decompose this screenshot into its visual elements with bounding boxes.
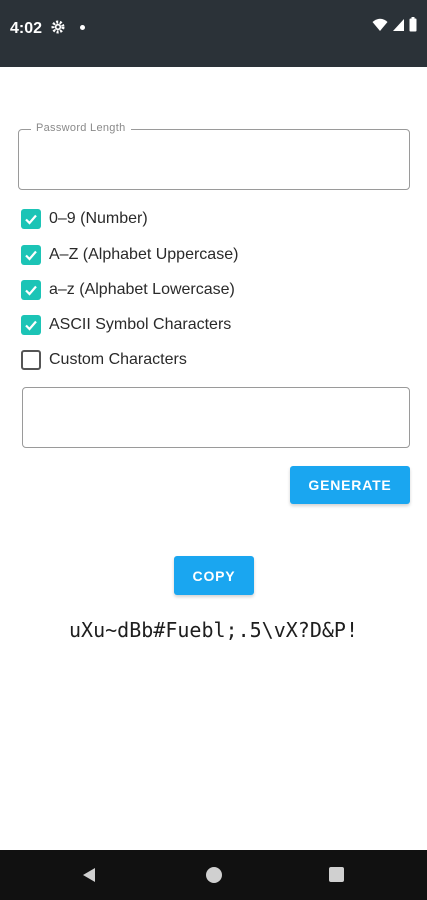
signal-icon [392, 18, 405, 37]
password-length-field[interactable]: Password Length [18, 122, 410, 190]
checkbox-label: ASCII Symbol Characters [49, 316, 232, 333]
checkbox-uppercase[interactable]: A–Z (Alphabet Uppercase) [21, 244, 238, 266]
checkbox-label: Custom Characters [49, 351, 187, 368]
checkbox-label: a–z (Alphabet Lowercase) [49, 281, 235, 298]
checkbox-custom[interactable]: Custom Characters [21, 349, 187, 371]
checkbox-checked-icon[interactable] [21, 315, 41, 335]
home-icon[interactable] [206, 867, 222, 883]
checkbox-checked-icon[interactable] [21, 209, 41, 229]
copy-button[interactable]: COPY [174, 556, 254, 595]
checkbox-numbers[interactable]: 0–9 (Number) [21, 208, 148, 230]
generated-password: uXu~dBb#Fuebl;.5\vX?D&P! [69, 618, 358, 642]
status-icons [372, 17, 417, 37]
wifi-icon [372, 18, 388, 37]
generate-button[interactable]: GENERATE [290, 466, 410, 504]
password-length-label: Password Length [31, 122, 131, 134]
custom-characters-input[interactable] [22, 387, 410, 448]
notification-dot-icon [80, 25, 85, 30]
checkbox-symbols[interactable]: ASCII Symbol Characters [21, 314, 231, 336]
back-icon[interactable] [80, 866, 98, 884]
status-bar: 4:02 [0, 0, 427, 67]
checkbox-label: A–Z (Alphabet Uppercase) [49, 246, 239, 263]
battery-icon [409, 17, 417, 37]
navigation-bar [0, 850, 427, 900]
checkbox-checked-icon[interactable] [21, 245, 41, 265]
checkbox-lowercase[interactable]: a–z (Alphabet Lowercase) [21, 279, 235, 301]
checkbox-unchecked-icon[interactable] [21, 350, 41, 370]
status-time: 4:02 [10, 20, 43, 37]
settings-gear-icon [51, 20, 65, 34]
checkbox-label: 0–9 (Number) [49, 210, 148, 227]
checkbox-checked-icon[interactable] [21, 280, 41, 300]
recent-apps-icon[interactable] [329, 867, 344, 882]
